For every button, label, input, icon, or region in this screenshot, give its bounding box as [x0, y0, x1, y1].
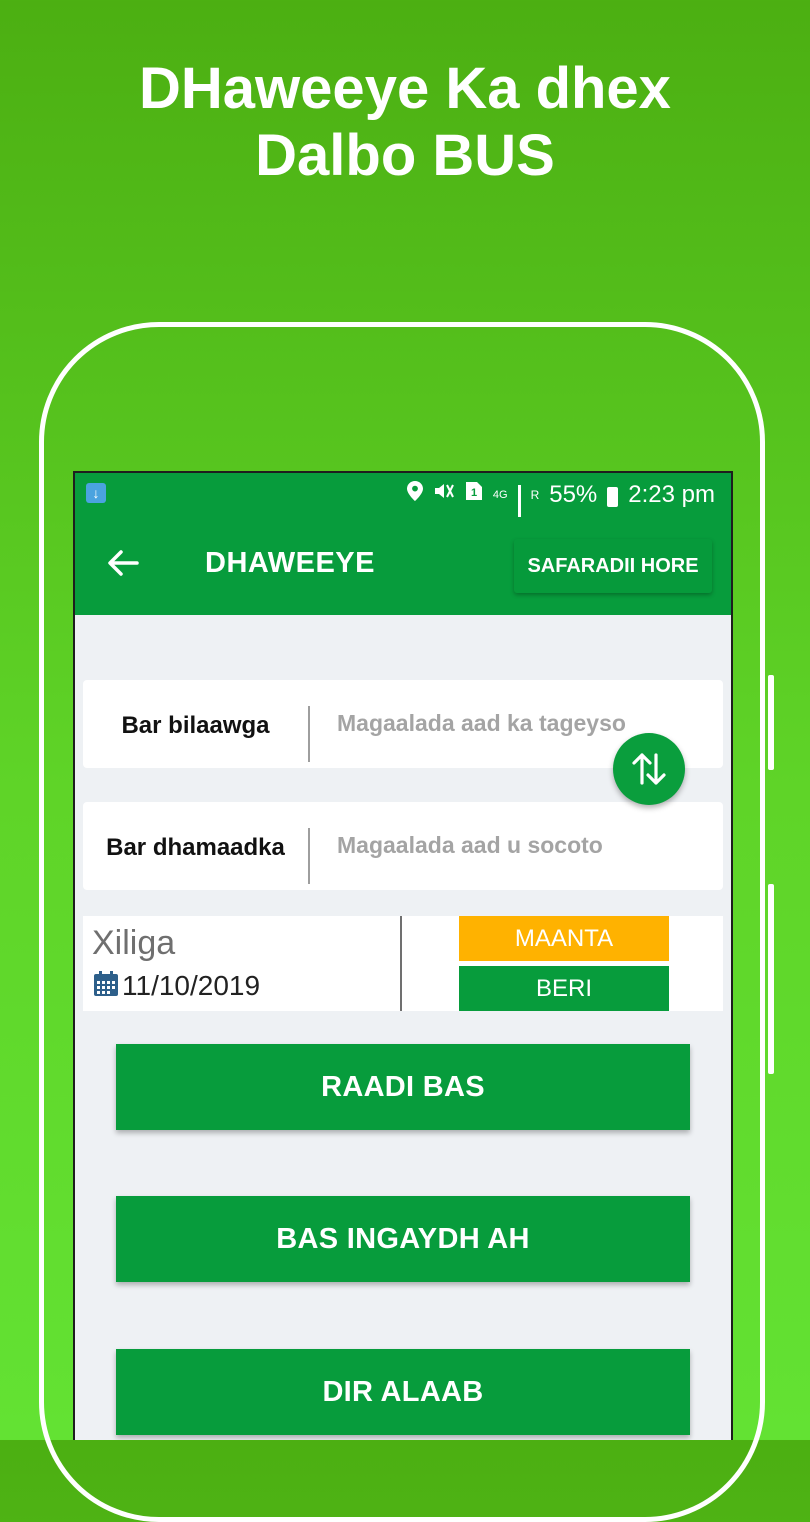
destination-field[interactable]: Bar dhamaadka [83, 802, 723, 890]
battery-percent: 55% [549, 481, 598, 508]
calendar-icon [92, 970, 120, 1005]
tomorrow-button[interactable]: BERI [459, 966, 669, 1011]
promo-title-line1: DHaweeye Ka dhex [139, 56, 671, 121]
divider [308, 706, 310, 762]
phone-volume-button [768, 675, 774, 770]
clock: 2:23 pm [628, 481, 715, 508]
page-title: DHAWEEYE [205, 547, 375, 579]
roaming-indicator: R [530, 488, 540, 502]
svg-text:1: 1 [471, 487, 477, 499]
app-bar: DHAWEEYE SAFARADII HORE [75, 517, 731, 615]
date-label: Xiliga [92, 924, 176, 962]
network-type-label: 4G [492, 489, 508, 501]
status-indicators: 1 4G R 55% 2:23 pm [406, 481, 715, 533]
back-arrow-icon[interactable] [103, 543, 143, 583]
divider [400, 916, 402, 1011]
today-button[interactable]: MAANTA [459, 916, 669, 961]
express-bus-button[interactable]: BAS INGAYDH AH [116, 1196, 690, 1282]
divider [308, 828, 310, 884]
signal-strength-icon [517, 485, 521, 533]
status-bar: ↓ 1 4G R 55% 2:23 pm [75, 473, 731, 533]
swap-arrows-icon [632, 753, 666, 785]
search-bus-button[interactable]: RAADI BAS [116, 1044, 690, 1130]
destination-input[interactable] [337, 832, 707, 859]
app-screen: ↓ 1 4G R 55% 2:23 pm DHAWEEYE SAFARADII … [73, 471, 733, 1440]
departure-label: Bar bilaawga [121, 712, 270, 739]
date-selector: Xiliga 11/10/2019 MAANTA BERI [83, 916, 723, 1011]
location-icon [406, 481, 423, 509]
phone-power-button [768, 884, 774, 1074]
date-value: 11/10/2019 [122, 969, 261, 1001]
download-notification-icon: ↓ [86, 483, 106, 503]
promo-title-line2: Dalbo BUS [255, 123, 555, 188]
battery-icon [607, 487, 619, 507]
swap-locations-button[interactable] [613, 733, 685, 805]
vibrate-mute-icon [433, 481, 455, 509]
send-cargo-button[interactable]: DIR ALAAB [116, 1349, 690, 1435]
previous-trips-button[interactable]: SAFARADII HORE [514, 539, 712, 593]
sim-slot-icon: 1 [465, 481, 483, 509]
destination-label: Bar dhamaadka [106, 834, 285, 861]
date-picker[interactable]: 11/10/2019 [92, 968, 260, 1003]
